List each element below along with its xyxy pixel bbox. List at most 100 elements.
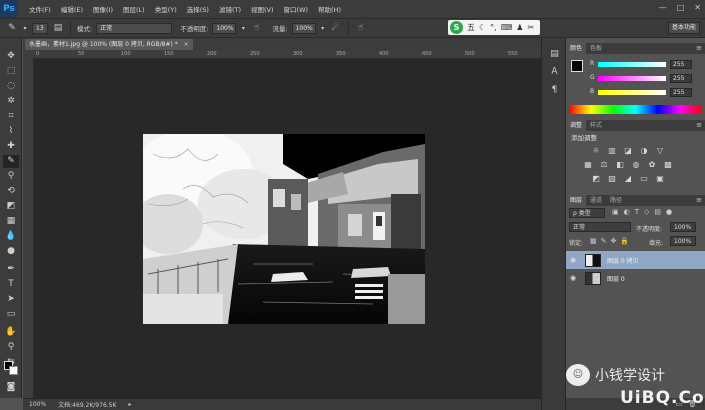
- menu-type[interactable]: 类型(Y): [150, 4, 182, 14]
- history-panel-icon[interactable]: ▤: [548, 48, 561, 61]
- quick-mask-icon[interactable]: ◙: [3, 381, 19, 394]
- tools-icon[interactable]: ✂: [527, 23, 534, 32]
- menu-view[interactable]: 视图(V): [246, 4, 279, 14]
- layer-filter-select[interactable]: ρ 类型: [569, 208, 605, 218]
- zoom-level[interactable]: 100%: [29, 401, 46, 408]
- selective-color-icon[interactable]: ▣: [654, 174, 666, 184]
- mode-select[interactable]: 正常: [96, 22, 173, 34]
- pressure-opacity-icon[interactable]: ☝: [250, 23, 262, 33]
- chevron-down-icon[interactable]: ▾: [320, 25, 326, 32]
- menu-select[interactable]: 选择(S): [182, 4, 214, 14]
- menu-filter[interactable]: 滤镜(T): [214, 4, 246, 14]
- exposure-icon[interactable]: ◑: [638, 146, 650, 156]
- type-tool-icon[interactable]: T: [3, 278, 19, 291]
- tab-adjustments[interactable]: 调整: [566, 120, 587, 131]
- ime-mode-label[interactable]: 五: [467, 22, 475, 33]
- brush-size-picker[interactable]: 13: [32, 22, 48, 34]
- history-brush-tool-icon[interactable]: ⟲: [3, 185, 19, 198]
- color-spectrum-bar[interactable]: [569, 105, 702, 114]
- green-slider[interactable]: [598, 76, 666, 81]
- panel-menu-icon[interactable]: ≡: [696, 43, 702, 54]
- red-slider[interactable]: [598, 62, 666, 67]
- curves-icon[interactable]: ◪: [622, 146, 634, 156]
- minimize-button[interactable]: —: [659, 3, 667, 12]
- chevron-down-icon[interactable]: ▾: [240, 25, 246, 32]
- blue-slider[interactable]: [598, 90, 666, 95]
- red-value[interactable]: 255: [670, 60, 692, 69]
- gradient-tool-icon[interactable]: ▦: [3, 215, 19, 228]
- gradient-map-icon[interactable]: ▭: [638, 174, 650, 184]
- zoom-tool-icon[interactable]: ⚲: [3, 341, 19, 354]
- panel-menu-icon[interactable]: ≡: [696, 120, 702, 131]
- ruler-corner[interactable]: [23, 50, 34, 59]
- move-tool-icon[interactable]: ✥: [3, 50, 19, 63]
- tab-swatches[interactable]: 色板: [586, 43, 606, 54]
- layer-row-copy[interactable]: ◉ 图层 0 拷贝: [566, 251, 705, 269]
- fill-input[interactable]: 100%: [670, 236, 696, 246]
- color-lookup-icon[interactable]: ▩: [662, 160, 674, 170]
- black-white-icon[interactable]: ◧: [614, 160, 626, 170]
- blend-mode-select[interactable]: 正常: [569, 222, 631, 232]
- path-select-tool-icon[interactable]: ➤: [3, 293, 19, 306]
- user-icon[interactable]: ♟: [516, 23, 523, 32]
- layer-filter-icons[interactable]: ▣◐T◇▤●: [612, 208, 677, 216]
- quick-select-tool-icon[interactable]: ✲: [3, 95, 19, 108]
- blue-value[interactable]: 255: [670, 88, 692, 97]
- brightness-icon[interactable]: ☼: [590, 146, 602, 156]
- brush-panel-icon[interactable]: ▤: [52, 23, 64, 33]
- character-panel-icon[interactable]: ¶: [548, 84, 561, 97]
- opacity-input[interactable]: 100%: [212, 22, 237, 34]
- brush-tool-icon[interactable]: ✎: [6, 23, 18, 33]
- tab-color[interactable]: 颜色: [566, 43, 587, 54]
- punctuation-icon[interactable]: °,: [490, 23, 497, 32]
- tab-paths[interactable]: 路径: [606, 195, 626, 206]
- panel-menu-icon[interactable]: ≡: [696, 195, 702, 206]
- marquee-tool-icon[interactable]: ⬚: [3, 65, 19, 78]
- keyboard-icon[interactable]: ⌨: [501, 23, 513, 32]
- maximize-button[interactable]: □: [677, 3, 685, 12]
- close-button[interactable]: ✕: [694, 3, 701, 12]
- tab-styles[interactable]: 样式: [586, 120, 606, 131]
- dodge-tool-icon[interactable]: ●: [3, 245, 19, 258]
- color-balance-icon[interactable]: ⚖: [598, 160, 610, 170]
- levels-icon[interactable]: ▥: [606, 146, 618, 156]
- canvas-area[interactable]: [34, 59, 541, 398]
- lasso-tool-icon[interactable]: ◌: [3, 80, 19, 93]
- close-icon[interactable]: ×: [184, 41, 189, 48]
- eye-icon[interactable]: ◉: [570, 256, 580, 264]
- document-image[interactable]: [143, 134, 425, 324]
- healing-brush-tool-icon[interactable]: ✚: [3, 140, 19, 153]
- layer-row-base[interactable]: ◉ 图层 0: [566, 269, 705, 287]
- sogou-ime-icon[interactable]: S: [450, 21, 463, 34]
- status-arrow-icon[interactable]: ▸: [128, 401, 131, 408]
- channel-mixer-icon[interactable]: ✿: [646, 160, 658, 170]
- menu-file[interactable]: 文件(F): [24, 4, 56, 14]
- posterize-icon[interactable]: ▨: [606, 174, 618, 184]
- clone-stamp-tool-icon[interactable]: ⚲: [3, 170, 19, 183]
- pen-tool-icon[interactable]: ✒: [3, 263, 19, 276]
- menu-window[interactable]: 窗口(W): [279, 4, 314, 14]
- hue-saturation-icon[interactable]: ▦: [582, 160, 594, 170]
- crop-tool-icon[interactable]: ⌗: [3, 110, 19, 123]
- airbrush-icon[interactable]: ☄: [330, 23, 342, 33]
- layer-opacity-input[interactable]: 100%: [670, 222, 696, 232]
- document-tab[interactable]: 水墨画，素材1.jpg @ 100% (图层 0 拷贝, RGB/8#) * ×: [25, 39, 193, 50]
- menu-help[interactable]: 帮助(H): [313, 4, 346, 14]
- chevron-down-icon[interactable]: ▾: [22, 25, 28, 32]
- background-color-swatch[interactable]: [9, 366, 18, 375]
- hand-tool-icon[interactable]: ✋: [3, 326, 19, 339]
- pressure-size-icon[interactable]: ☝: [355, 23, 367, 33]
- invert-icon[interactable]: ◩: [590, 174, 602, 184]
- blur-tool-icon[interactable]: 💧: [3, 230, 19, 243]
- shape-tool-icon[interactable]: ▭: [3, 308, 19, 321]
- workspace-select[interactable]: 基本功能: [668, 22, 700, 34]
- lock-icons[interactable]: ▦✎✥🔒: [590, 237, 633, 245]
- eraser-tool-icon[interactable]: ◩: [3, 200, 19, 213]
- eye-icon[interactable]: ◉: [570, 274, 580, 282]
- green-value[interactable]: 255: [670, 74, 692, 83]
- menu-edit[interactable]: 编辑(E): [56, 4, 88, 14]
- tab-channels[interactable]: 通道: [586, 195, 606, 206]
- menu-image[interactable]: 图像(I): [88, 4, 118, 14]
- threshold-icon[interactable]: ◢: [622, 174, 634, 184]
- horizontal-ruler[interactable]: 0 50 100 150 200 250 300 350 400 450 500…: [34, 50, 541, 59]
